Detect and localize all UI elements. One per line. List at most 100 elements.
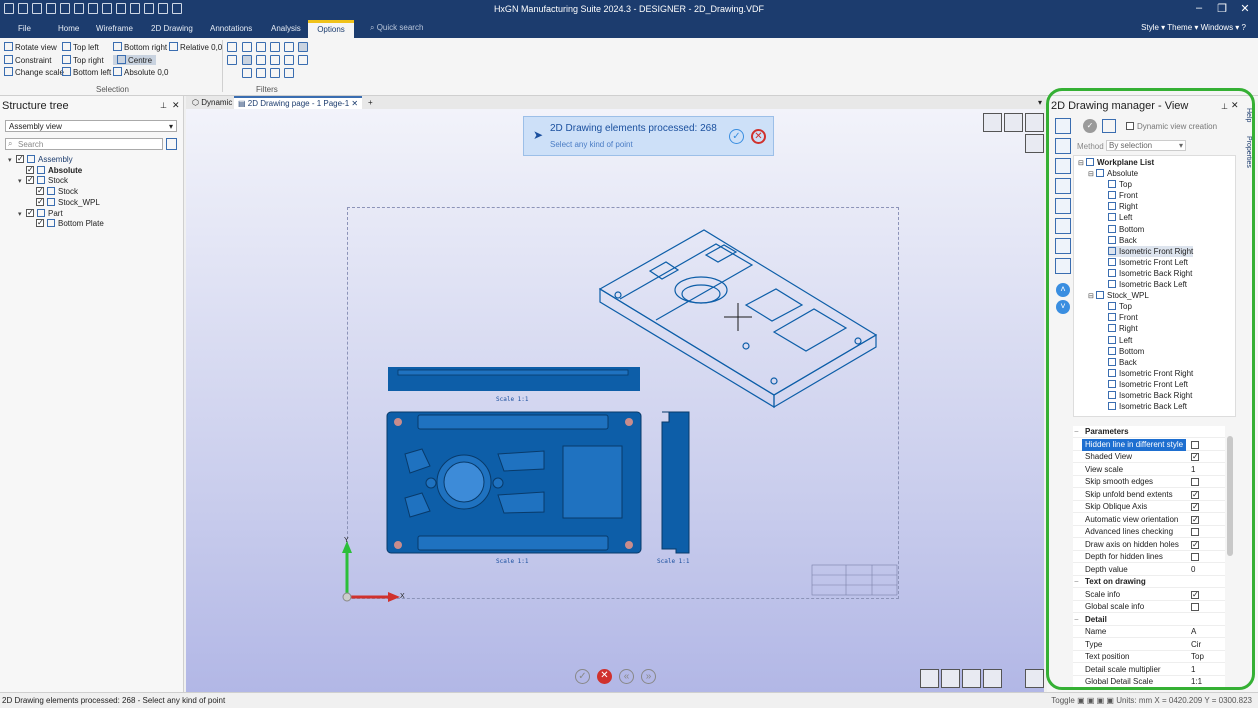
parameter-value[interactable]: 1 xyxy=(1191,664,1195,676)
tree-item[interactable]: Bottom Plate xyxy=(28,217,104,229)
parameter-value[interactable]: 1 xyxy=(1191,464,1195,476)
close-icon[interactable]: ✕ xyxy=(1238,2,1252,15)
parameter-row[interactable]: Depth value 0 xyxy=(1073,564,1225,576)
workplane-view-item[interactable]: Bottom xyxy=(1108,224,1144,235)
parameter-value[interactable]: 0 xyxy=(1191,564,1195,576)
style-theme-windows-menu[interactable]: Style ▾ Theme ▾ Windows ▾ ? xyxy=(1141,23,1246,32)
help-icon[interactable]: ? xyxy=(1242,23,1246,32)
centre-button[interactable]: Centre xyxy=(113,55,157,65)
filter-perpendicular-icon[interactable] xyxy=(256,68,266,78)
parameter-row[interactable]: Global Detail Scale 1:1 xyxy=(1073,676,1225,688)
filter-grid-icon[interactable] xyxy=(242,42,252,52)
parameter-row[interactable]: Depth for hidden lines xyxy=(1073,551,1225,563)
method-select[interactable]: By selection ▾ xyxy=(1106,140,1186,151)
filter-intersect-icon[interactable] xyxy=(270,55,280,65)
tab-2d-drawing[interactable]: 2D Drawing xyxy=(145,20,199,38)
next-step-button[interactable]: » xyxy=(641,669,656,684)
workplane-view-item[interactable]: Top xyxy=(1108,179,1132,190)
parameter-checkbox[interactable] xyxy=(1191,514,1199,526)
parameter-value[interactable]: A xyxy=(1191,626,1196,638)
filter-point-icon[interactable] xyxy=(227,42,237,52)
page-settings-icon[interactable] xyxy=(1025,134,1044,153)
filter-edge-icon[interactable] xyxy=(242,55,252,65)
rotate-view-button[interactable]: Rotate view xyxy=(4,42,57,52)
parameter-section[interactable]: − Text on drawing xyxy=(1073,576,1225,588)
toggle-icons[interactable]: ▣ ▣ ▣ ▣ xyxy=(1077,696,1114,705)
properties-side-tab[interactable]: Properties xyxy=(1242,136,1252,168)
parameter-row[interactable]: Shaded View xyxy=(1073,451,1225,463)
tab-dynamic[interactable]: ⬡ Dynamic xyxy=(188,96,236,109)
constraint-button[interactable]: Constraint xyxy=(4,55,51,65)
filter-circle-icon[interactable] xyxy=(284,42,294,52)
toggle-label[interactable]: Toggle xyxy=(1051,696,1075,705)
collapse-icon[interactable]: ⊟ xyxy=(1088,291,1096,302)
workplane-view-item[interactable]: Bottom xyxy=(1108,346,1144,357)
tree-item[interactable]: Stock xyxy=(28,185,78,197)
parameter-checkbox[interactable] xyxy=(1191,539,1199,551)
workplane-view-item[interactable]: Isometric Front Left xyxy=(1108,257,1188,268)
zoom-icon[interactable] xyxy=(983,113,1002,132)
restore-icon[interactable]: ❐ xyxy=(1215,2,1229,15)
parameter-value[interactable]: 1:1 xyxy=(1191,676,1202,688)
expand-icon[interactable]: ▾ xyxy=(18,176,26,187)
workplane-view-item[interactable]: Right xyxy=(1108,201,1138,212)
section-collapse-icon[interactable]: − xyxy=(1074,426,1079,438)
close-manager-icon[interactable]: ✕ xyxy=(1231,100,1239,111)
top-left-button[interactable]: Top left xyxy=(62,42,99,52)
bottom-right-button[interactable]: Bottom right xyxy=(113,42,167,52)
workplane-view-item[interactable]: Isometric Front Left xyxy=(1108,379,1188,390)
tab-options[interactable]: Options xyxy=(308,20,354,38)
pin-icon[interactable]: ⊥ xyxy=(160,101,167,110)
confirm-button[interactable]: ✓ xyxy=(729,129,744,144)
filter-all-icon[interactable] xyxy=(298,42,308,52)
scroll-up-icon[interactable]: ˄ xyxy=(1056,283,1070,297)
bottom-confirm-button[interactable]: ✓ xyxy=(575,669,590,684)
parameter-checkbox[interactable] xyxy=(1191,589,1199,601)
workplane-view-item[interactable]: Left xyxy=(1108,335,1132,346)
visibility-checkbox[interactable] xyxy=(36,196,44,207)
absolute-origin-button[interactable]: Absolute 0,0 xyxy=(113,67,168,77)
parameter-row[interactable]: Type Cir xyxy=(1073,639,1225,651)
menu-icon[interactable] xyxy=(1025,113,1044,132)
top-right-button[interactable]: Top right xyxy=(62,55,104,65)
tab-annotations[interactable]: Annotations xyxy=(204,20,258,38)
workplane-view-item[interactable]: Isometric Front Right xyxy=(1108,245,1194,257)
gear-icon[interactable] xyxy=(1055,198,1071,214)
parameter-row[interactable]: Skip Oblique Axis xyxy=(1073,501,1225,513)
visibility-checkbox[interactable] xyxy=(16,153,24,164)
parameter-checkbox[interactable] xyxy=(1191,501,1199,513)
tab-home[interactable]: Home xyxy=(52,20,85,38)
parameter-row[interactable]: Scale info xyxy=(1073,589,1225,601)
parameter-row[interactable]: Detail scale multiplier 1 xyxy=(1073,664,1225,676)
tree-search-input[interactable]: ⌕ Search xyxy=(5,138,163,150)
select-cursor-icon[interactable] xyxy=(1025,669,1044,688)
change-scale-button[interactable]: Change scale xyxy=(4,67,64,77)
workplane-view-item[interactable]: Front xyxy=(1108,190,1138,201)
parameter-checkbox[interactable] xyxy=(1191,478,1199,486)
expand-icon[interactable]: ▾ xyxy=(8,155,16,166)
print-icon[interactable] xyxy=(1055,258,1071,274)
expand-icon[interactable]: ▾ xyxy=(18,209,26,220)
parameter-checkbox[interactable] xyxy=(1191,528,1199,536)
workplane-view-item[interactable]: Top xyxy=(1108,301,1132,312)
tab-wireframe[interactable]: Wireframe xyxy=(90,20,139,38)
search-view-icon[interactable] xyxy=(1055,138,1071,154)
collapse-icon[interactable]: ⊟ xyxy=(1088,169,1096,180)
tab-file[interactable]: File xyxy=(12,20,37,38)
workplane-view-item[interactable]: Isometric Back Right xyxy=(1108,390,1192,401)
workplane-view-item[interactable]: Isometric Back Left xyxy=(1108,279,1187,290)
parameter-checkbox[interactable] xyxy=(1191,489,1199,501)
workplane-list-root[interactable]: ⊟ Workplane List xyxy=(1078,157,1154,168)
tree-structure-icon[interactable] xyxy=(1102,119,1116,133)
pin-icon[interactable]: ⊥ xyxy=(1221,102,1228,111)
parameter-value[interactable]: Top xyxy=(1191,651,1204,663)
section-collapse-icon[interactable]: − xyxy=(1074,576,1079,588)
close-panel-icon[interactable]: ✕ xyxy=(172,100,180,111)
tab-drawing-page[interactable]: ▤ 2D Drawing page - 1 Page-1 ✕ xyxy=(234,96,363,109)
layout-icon[interactable] xyxy=(1055,158,1071,174)
parameter-row[interactable]: Hidden line in different style xyxy=(1073,438,1225,451)
filter-centre-icon[interactable] xyxy=(284,55,294,65)
tab-analysis[interactable]: Analysis xyxy=(265,20,307,38)
parameter-row[interactable]: Draw axis on hidden holes xyxy=(1073,539,1225,551)
parameter-checkbox[interactable] xyxy=(1191,603,1199,611)
